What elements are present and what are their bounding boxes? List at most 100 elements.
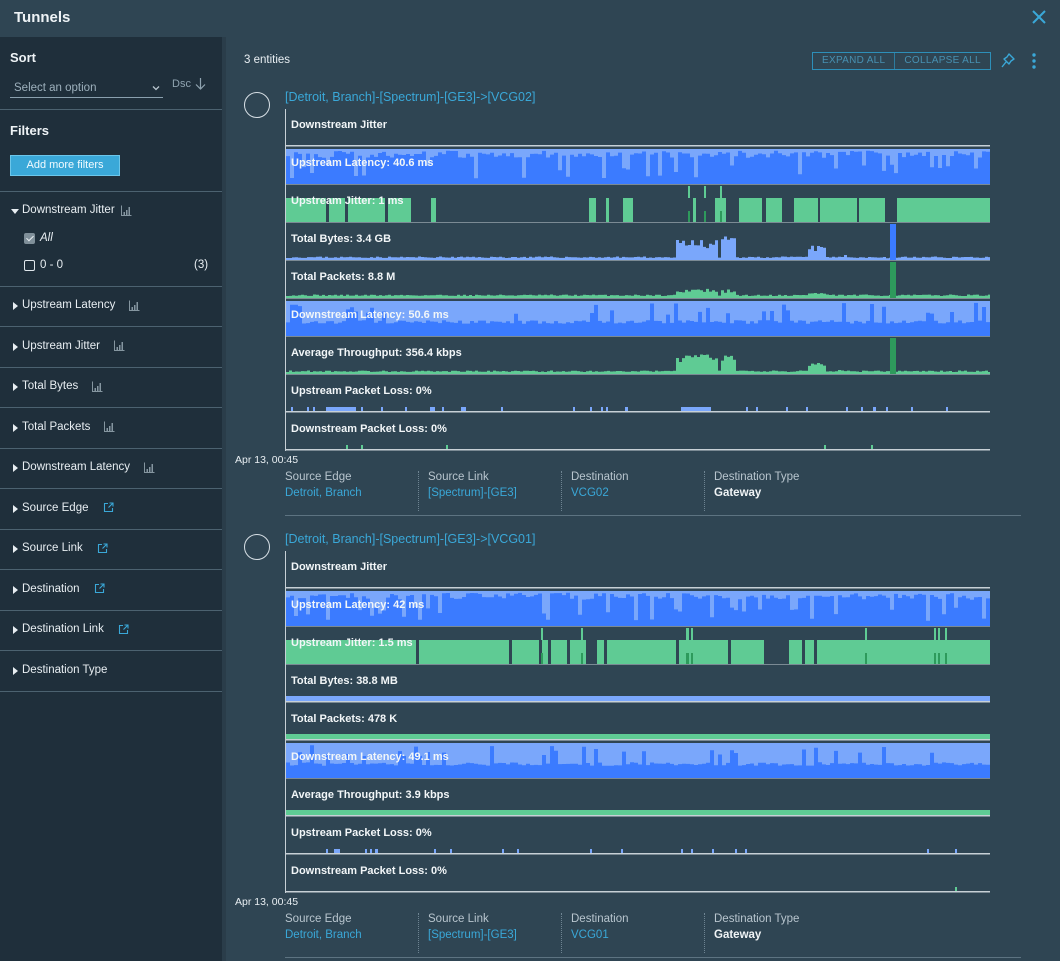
metric-chart[interactable]: Upstream Latency: 42 ms (285, 589, 990, 627)
destination-type-field: Destination Type Gateway (704, 913, 799, 953)
destination-link[interactable]: VCG02 (571, 487, 629, 499)
jitter-gap (814, 640, 817, 664)
divider (285, 515, 1021, 516)
sparkline (286, 186, 990, 223)
tunnel-name-link[interactable]: [Detroit, Branch]-[Spectrum]-[GE3]->[VCG… (285, 532, 535, 546)
jitter-gap (416, 640, 419, 664)
option-label: 0 - 0 (40, 259, 64, 271)
loss-tick (681, 849, 683, 853)
metric-chart[interactable]: Downstream Packet Loss: 0% (285, 413, 990, 451)
loss-tick (365, 849, 367, 853)
metric-chart[interactable]: Total Bytes: 38.8 MB (285, 665, 990, 703)
histogram-icon[interactable] (92, 381, 103, 392)
tunnel-name-link[interactable]: [Detroit, Branch]-[Spectrum]-[GE3]->[VCG… (285, 90, 535, 104)
metric-chart[interactable]: Upstream Latency: 40.6 ms (285, 147, 990, 185)
facet-upstream-jitter[interactable]: Upstream Jitter (0, 328, 222, 368)
facet-downstream-latency[interactable]: Downstream Latency (0, 449, 222, 489)
metric-chart[interactable]: Downstream Latency: 49.1 ms (285, 741, 990, 779)
metric-chart[interactable]: Total Packets: 8.8 M (285, 261, 990, 299)
facet-option-range[interactable]: 0 - 0 (3) (24, 259, 208, 271)
histogram-icon[interactable] (120, 205, 132, 216)
source-edge-link[interactable]: Detroit, Branch (285, 487, 362, 499)
close-icon[interactable] (1030, 8, 1048, 26)
sort-select[interactable]: Select an option (10, 78, 163, 98)
metric-area (286, 236, 990, 260)
facet-label: Downstream Jitter (22, 204, 115, 216)
metric-chart[interactable]: Total Packets: 478 K (285, 703, 990, 741)
sparkline (286, 338, 990, 375)
facet-source-link[interactable]: Source Link (0, 530, 222, 570)
external-link-icon[interactable] (94, 583, 105, 594)
metric-chart[interactable]: Average Throughput: 3.9 kbps (285, 779, 990, 817)
field-label: Destination Type (714, 913, 800, 925)
tunnel-select-radio[interactable] (244, 534, 270, 560)
external-link-icon[interactable] (103, 502, 114, 513)
loss-tick (442, 407, 444, 411)
tunnel-select-radio[interactable] (244, 92, 270, 118)
metric-chart[interactable]: Upstream Packet Loss: 0% (285, 817, 990, 855)
sparkline (286, 743, 990, 779)
source-link-link[interactable]: [Spectrum]-[GE3] (428, 487, 517, 499)
time-axis-label: Apr 13, 00:45 (235, 454, 299, 466)
facet-upstream-latency[interactable]: Upstream Latency (0, 287, 222, 327)
loss-tick (381, 407, 383, 411)
metric-chart[interactable]: Downstream Jitter (285, 551, 990, 589)
collapse-all-button[interactable]: COLLAPSE ALL (894, 53, 989, 69)
loss-tick (370, 849, 372, 853)
facet-destination[interactable]: Destination (0, 571, 222, 611)
metric-chart[interactable]: Upstream Packet Loss: 0% (285, 375, 990, 413)
caret-right-icon (13, 423, 18, 432)
metric-chart[interactable]: Downstream Latency: 50.6 ms (285, 299, 990, 337)
filters-heading: Filters (10, 123, 50, 138)
metric-chart[interactable]: Average Throughput: 356.4 kbps (285, 337, 990, 375)
loss-tick (430, 407, 435, 411)
histogram-icon[interactable] (144, 462, 155, 473)
histogram-icon[interactable] (129, 300, 140, 311)
facet-label: Destination Type (22, 663, 108, 676)
metric-chart[interactable]: Upstream Jitter: 1 ms (285, 185, 990, 223)
facet-destination-type[interactable]: Destination Type (0, 652, 222, 692)
facet-destination-link[interactable]: Destination Link (0, 611, 222, 651)
sort-direction-toggle[interactable]: Dsc (172, 77, 206, 90)
jitter-gap (326, 198, 329, 222)
loss-tick (450, 849, 452, 853)
jitter-gap (762, 198, 766, 222)
loss-tick (313, 407, 315, 411)
expand-all-button[interactable]: EXPAND ALL (813, 53, 894, 69)
facet-total-packets[interactable]: Total Packets (0, 409, 222, 449)
facet-total-bytes[interactable]: Total Bytes (0, 368, 222, 408)
add-more-filters-button[interactable]: Add more filters (10, 155, 120, 176)
facet-downstream-jitter[interactable]: Downstream Jitter All 0 - 0 (3) (0, 192, 222, 287)
histogram-icon[interactable] (104, 421, 115, 432)
facet-option-all[interactable]: All (24, 232, 53, 244)
sparkline (286, 591, 990, 627)
external-link-icon[interactable] (97, 542, 108, 554)
checkbox-unchecked[interactable] (24, 259, 35, 271)
histogram-icon[interactable] (113, 340, 125, 351)
metric-charts: Downstream Jitter Upstream Latency: 40.6… (285, 109, 990, 451)
loss-tick (346, 445, 348, 449)
jitter-spike (691, 628, 693, 640)
source-link-link[interactable]: [Spectrum]-[GE3] (428, 929, 517, 941)
external-link-icon[interactable] (118, 623, 129, 635)
metric-chart[interactable]: Downstream Jitter (285, 109, 990, 147)
chart-baseline (286, 891, 990, 893)
sparkline (286, 262, 990, 299)
jitter-gap (857, 198, 859, 222)
destination-type-value: Gateway (714, 929, 762, 941)
facet-label: Total Bytes (22, 380, 79, 392)
jitter-spike-dark (691, 653, 693, 664)
checkbox-checked[interactable] (24, 232, 35, 244)
destination-link[interactable]: VCG01 (571, 929, 629, 941)
source-edge-link[interactable]: Detroit, Branch (285, 929, 362, 941)
loss-tick (824, 445, 826, 449)
caret-right-icon (13, 545, 18, 553)
metric-chart[interactable]: Total Bytes: 3.4 GB (285, 223, 990, 261)
jitter-gap (509, 640, 512, 664)
more-options-icon[interactable] (1030, 52, 1038, 70)
jitter-spike-dark (688, 211, 690, 222)
pin-icon[interactable] (1000, 52, 1016, 70)
facet-source-edge[interactable]: Source Edge (0, 490, 222, 530)
metric-chart[interactable]: Downstream Packet Loss: 0% (285, 855, 990, 893)
metric-chart[interactable]: Upstream Jitter: 1.5 ms (285, 627, 990, 665)
